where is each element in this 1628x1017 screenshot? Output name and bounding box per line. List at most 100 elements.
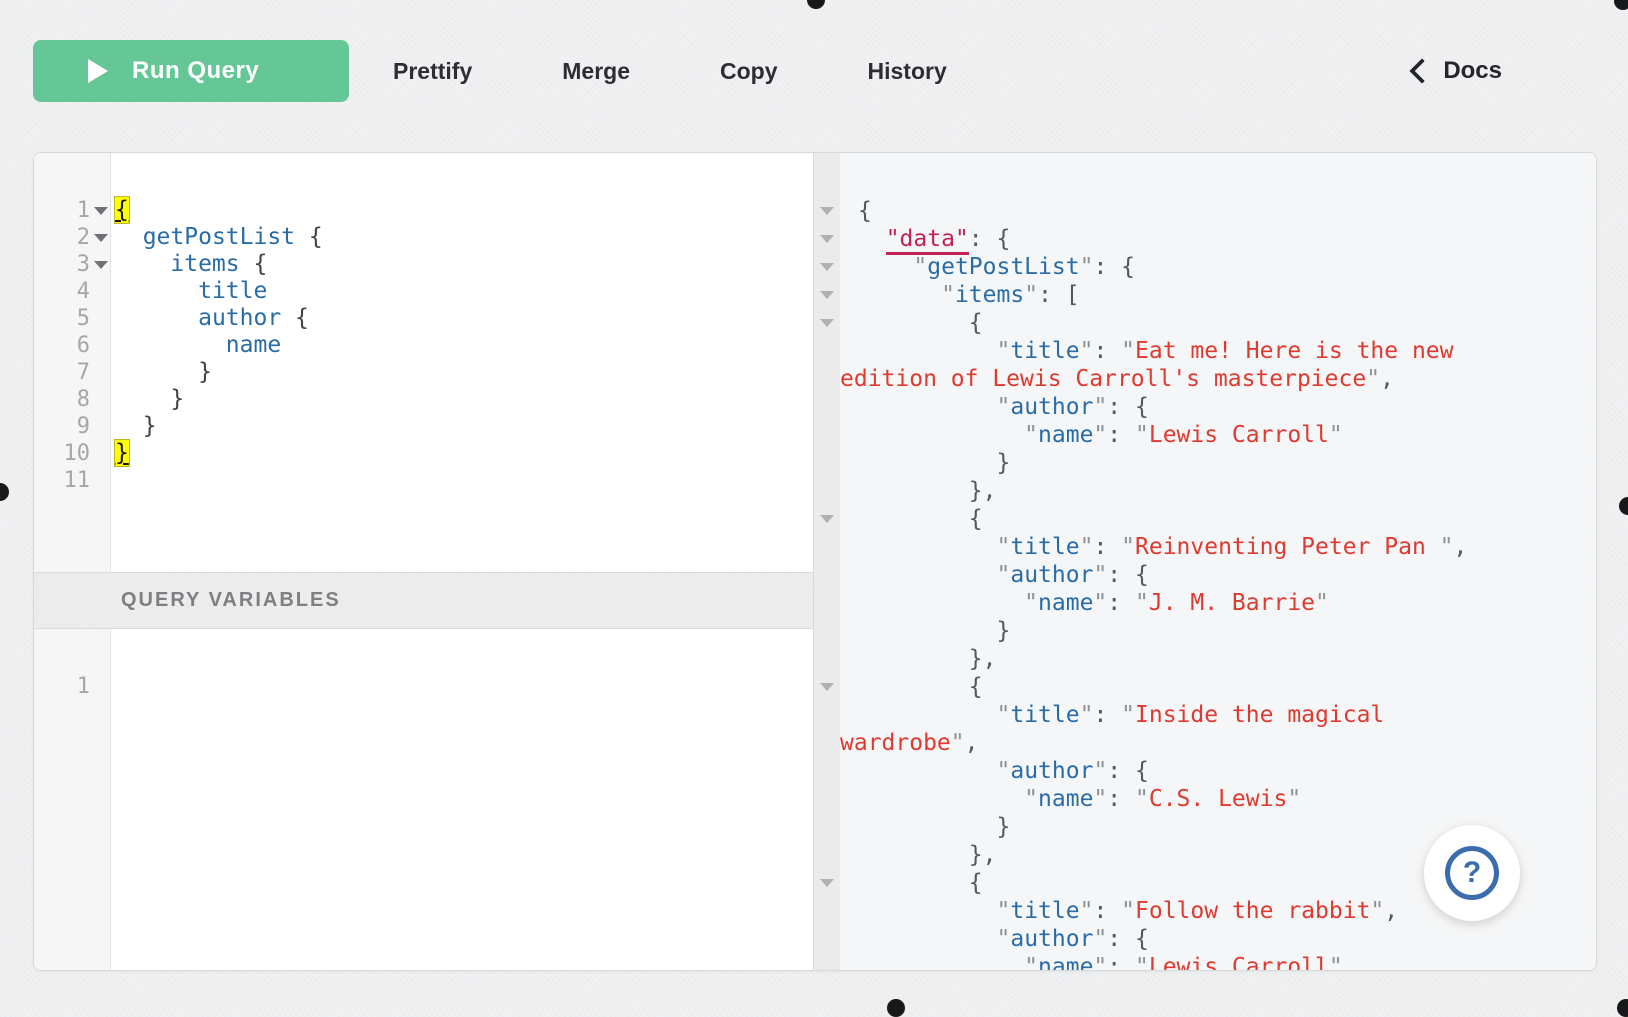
code-token: author (198, 305, 281, 331)
code-token: items (170, 251, 239, 277)
docs-button[interactable]: Docs (1413, 40, 1502, 102)
code-token: : (1093, 898, 1121, 924)
fold-gutter-spacer (90, 305, 111, 332)
code-token: , (965, 730, 979, 756)
selection-handle-dot (1619, 497, 1628, 515)
fold-gutter-spacer (90, 386, 111, 413)
fold-arrow-icon[interactable] (90, 197, 111, 224)
fold-arrow-icon[interactable] (814, 225, 840, 253)
help-button[interactable]: ? (1424, 825, 1520, 921)
query-code-line[interactable]: items { (111, 251, 813, 278)
fold-gutter-spacer (814, 757, 840, 785)
fold-arrow-icon[interactable] (814, 281, 840, 309)
toolbar-button-prettify[interactable]: Prettify (393, 58, 472, 85)
result-code-line: } (840, 449, 1500, 477)
code-token: , (1454, 534, 1468, 560)
query-editor[interactable]: 1{2 getPostList {3 items {4 title5 autho… (34, 153, 813, 572)
toolbar-button-merge[interactable]: Merge (562, 58, 630, 85)
query-code-line[interactable]: name (111, 332, 813, 359)
code-token: }, (858, 842, 996, 868)
code-token: " (1080, 338, 1094, 364)
result-code-line: "title": "Follow the rabbit", (840, 897, 1500, 925)
fold-gutter-spacer (814, 561, 840, 589)
fold-arrow-icon[interactable] (814, 253, 840, 281)
query-code-line[interactable]: } (111, 359, 813, 386)
code-token: " (1093, 758, 1107, 784)
fold-arrow-icon[interactable] (814, 197, 840, 225)
result-code-line: "name": "Lewis Carroll" (840, 421, 1500, 449)
code-token: name (1038, 786, 1093, 812)
code-token: C.S. Lewis (1149, 786, 1287, 812)
code-token (858, 758, 996, 784)
result-line: }, (814, 477, 1596, 505)
editor-row: 5 author { (34, 305, 813, 332)
line-number: 8 (34, 386, 90, 413)
code-token: " (1080, 702, 1094, 728)
code-token (115, 305, 198, 331)
code-token (115, 278, 198, 304)
line-number: 9 (34, 413, 90, 440)
code-token: name (1038, 590, 1093, 616)
code-token: } (858, 450, 1010, 476)
fold-gutter-spacer (90, 467, 111, 494)
selection-handle-dot (1617, 999, 1628, 1017)
code-token: " (1080, 898, 1094, 924)
result-line: { (814, 197, 1596, 225)
code-token: " (996, 758, 1010, 784)
run-query-button[interactable]: Run Query (33, 40, 349, 102)
line-number: 6 (34, 332, 90, 359)
code-token: Reinventing Peter Pan (1135, 534, 1440, 560)
code-token: : (1107, 954, 1135, 970)
toolbar-nav: Prettify Merge Copy History (349, 58, 1037, 85)
query-code-line[interactable] (111, 467, 813, 494)
query-code-line[interactable]: } (111, 386, 813, 413)
query-code-line[interactable]: title (111, 278, 813, 305)
variables-code-line[interactable] (111, 673, 813, 700)
fold-gutter-spacer (814, 813, 840, 841)
result-code-line: }, (840, 841, 1500, 869)
fold-arrow-icon[interactable] (90, 224, 111, 251)
result-code-line: } (840, 813, 1500, 841)
query-variables-header[interactable]: QUERY VARIABLES (34, 572, 813, 629)
result-code-line: { (840, 197, 1500, 225)
code-token: " (1315, 590, 1329, 616)
code-token: }, (858, 646, 996, 672)
code-token: : (1107, 590, 1135, 616)
line-number: 7 (34, 359, 90, 386)
fold-arrow-icon[interactable] (814, 309, 840, 337)
toolbar-button-copy[interactable]: Copy (720, 58, 778, 85)
fold-arrow-icon[interactable] (814, 505, 840, 533)
toolbar: Run Query Prettify Merge Copy History (33, 40, 1037, 102)
line-number: 11 (34, 467, 90, 494)
query-code-line[interactable]: } (111, 440, 813, 467)
result-code-line: "title": "Reinventing Peter Pan ", (840, 533, 1500, 561)
code-token: " (1121, 338, 1135, 364)
code-token: " (1135, 590, 1149, 616)
variables-editor[interactable]: 1 (34, 629, 813, 970)
query-code-line[interactable]: author { (111, 305, 813, 332)
code-token: J. M. Barrie (1149, 590, 1315, 616)
code-token: : { (1107, 926, 1149, 952)
code-token: title (198, 278, 267, 304)
toolbar-button-history[interactable]: History (868, 58, 947, 85)
code-token (115, 251, 170, 277)
code-token: : (1093, 702, 1121, 728)
fold-arrow-icon[interactable] (90, 251, 111, 278)
code-token: author (1010, 394, 1093, 420)
code-token (115, 332, 226, 358)
query-code-line[interactable]: } (111, 413, 813, 440)
query-code-line[interactable]: { (111, 197, 813, 224)
result-line: }, (814, 645, 1596, 673)
line-number: 3 (34, 251, 90, 278)
data-key-link[interactable]: "data" (886, 226, 969, 255)
fold-gutter-spacer (814, 449, 840, 477)
code-token: Lewis Carroll (1149, 954, 1329, 970)
code-token: : (1107, 422, 1135, 448)
playground-panes: 1{2 getPostList {3 items {4 title5 autho… (33, 152, 1597, 971)
code-token: " (1121, 534, 1135, 560)
code-token: author (1010, 562, 1093, 588)
line-number: 1 (34, 673, 90, 700)
fold-arrow-icon[interactable] (814, 869, 840, 897)
fold-arrow-icon[interactable] (814, 673, 840, 701)
query-code-line[interactable]: getPostList { (111, 224, 813, 251)
